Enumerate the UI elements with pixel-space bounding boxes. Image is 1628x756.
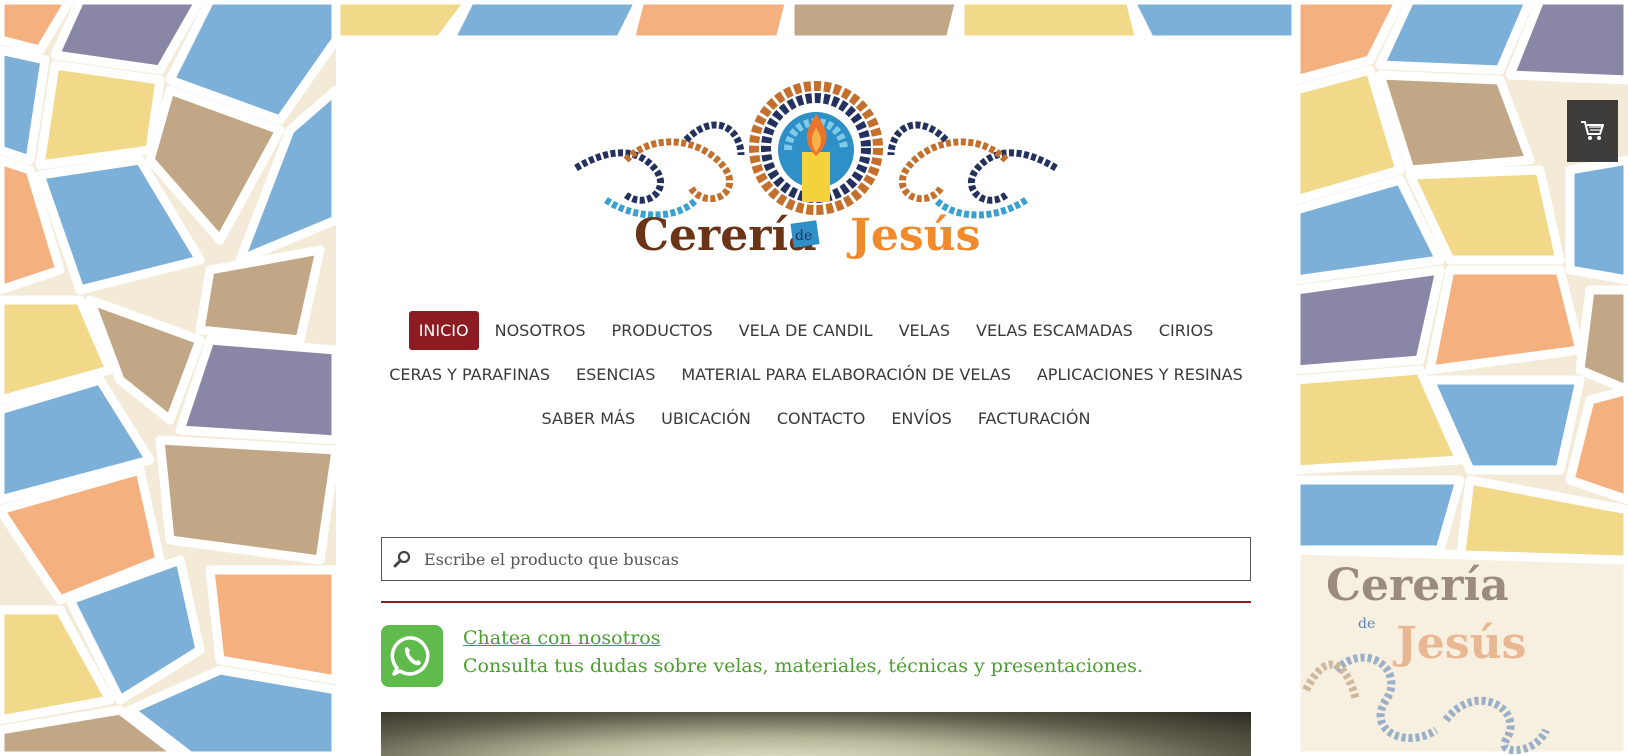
cart-button[interactable] — [1567, 100, 1618, 162]
search-input[interactable] — [422, 538, 1250, 580]
logo-text-de: de — [795, 228, 812, 244]
nav-item-envios[interactable]: ENVÍOS — [881, 399, 962, 438]
chat-description: Consulta tus dudas sobre velas, material… — [463, 655, 1143, 677]
logo-text-cereria: Cerería — [634, 210, 817, 261]
nav-item-ceras-y-parafinas[interactable]: CERAS Y PARAFINAS — [379, 355, 560, 394]
nav-row: INICIO NOSOTROS PRODUCTOS VELA DE CANDIL… — [336, 308, 1296, 352]
nav-item-facturacion[interactable]: FACTURACIÓN — [968, 399, 1101, 438]
chat-text: Chatea con nosotros Consulta tus dudas s… — [463, 625, 1143, 681]
cart-icon — [1580, 121, 1604, 140]
background-brand-logo: Cerería Jesús de — [1302, 560, 1550, 755]
whatsapp-chat-block: Chatea con nosotros Consulta tus dudas s… — [381, 625, 1251, 689]
nav-row: CERAS Y PARAFINAS ESENCIAS MATERIAL PARA… — [336, 352, 1296, 396]
nav-item-nosotros[interactable]: NOSOTROS — [485, 311, 596, 350]
nav-item-aplicaciones-y-resinas[interactable]: APLICACIONES Y RESINAS — [1027, 355, 1253, 394]
nav-item-vela-de-candil[interactable]: VELA DE CANDIL — [729, 311, 883, 350]
nav-item-saber-mas[interactable]: SABER MÁS — [532, 399, 646, 438]
hero-banner-image — [381, 712, 1251, 756]
nav-item-contacto[interactable]: CONTACTO — [767, 399, 875, 438]
section-divider — [381, 601, 1251, 603]
background-logo-text-2: Jesús — [1392, 618, 1526, 669]
whatsapp-icon[interactable] — [381, 625, 443, 687]
background-logo-connector: de — [1358, 616, 1375, 632]
magnifier-icon — [382, 550, 422, 568]
nav-item-productos[interactable]: PRODUCTOS — [602, 311, 723, 350]
nav-item-cirios[interactable]: CIRIOS — [1149, 311, 1223, 350]
nav-item-velas-escamadas[interactable]: VELAS ESCAMADAS — [966, 311, 1143, 350]
nav-item-esencias[interactable]: ESENCIAS — [566, 355, 665, 394]
nav-item-velas[interactable]: VELAS — [889, 311, 960, 350]
chat-link[interactable]: Chatea con nosotros — [463, 625, 1143, 651]
logo-text-jesus: Jesús — [846, 210, 980, 261]
main-navigation: INICIO NOSOTROS PRODUCTOS VELA DE CANDIL… — [336, 308, 1296, 440]
brand-logo[interactable]: Cerería de Jesús — [336, 70, 1296, 270]
nav-item-material-elaboracion[interactable]: MATERIAL PARA ELABORACIÓN DE VELAS — [671, 355, 1021, 394]
search-box — [381, 537, 1251, 581]
nav-item-ubicacion[interactable]: UBICACIÓN — [651, 399, 761, 438]
nav-item-inicio[interactable]: INICIO — [408, 310, 479, 350]
background-logo-text-1: Cerería — [1326, 560, 1509, 611]
main-container: Cerería de Jesús INICIO NOSOTROS PRODUCT… — [336, 40, 1296, 756]
brand-logo-graphic: Cerería de Jesús — [574, 81, 1058, 261]
nav-row: SABER MÁS UBICACIÓN CONTACTO ENVÍOS FACT… — [336, 396, 1296, 440]
